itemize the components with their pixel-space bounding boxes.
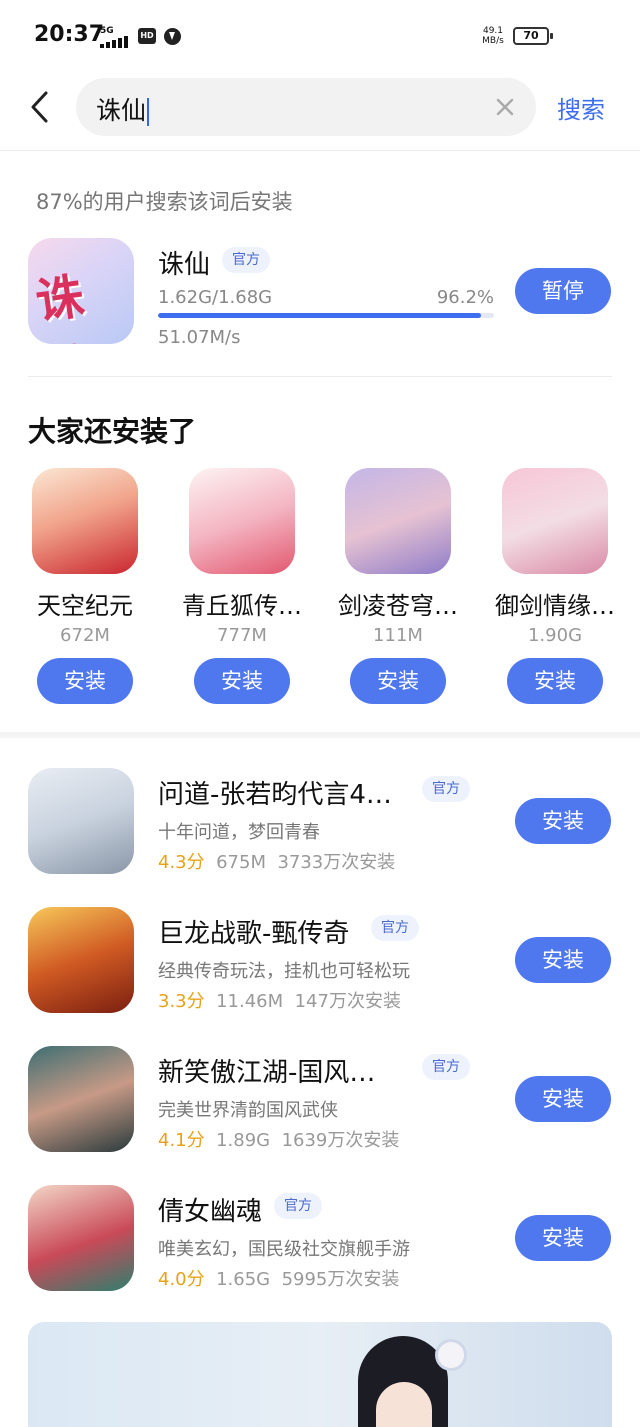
install-hint: 87%的用户搜索该词后安装 — [36, 190, 293, 214]
official-badge: 官方 — [422, 776, 470, 802]
list-item[interactable]: 新笑傲江湖-国风… 官方 完美世界清韵国风武侠 4.1分 1.89G 1639万… — [0, 1046, 640, 1178]
app-icon[interactable] — [28, 768, 134, 874]
pause-button[interactable]: 暂停 — [515, 268, 611, 314]
install-button[interactable]: 安装 — [350, 658, 446, 704]
recommended-app-name: 剑凌苍穹… — [338, 592, 458, 620]
network-speed-value: 49.1 — [482, 26, 504, 36]
app-name: 新笑傲江湖-国风… — [158, 1058, 376, 1088]
install-button[interactable]: 安装 — [515, 1215, 611, 1261]
recommended-app[interactable]: 青丘狐传… 777M 安装 — [171, 468, 311, 708]
status-bar: 20:37 5G HD 49.1 MB/s 70 — [0, 0, 640, 72]
install-button[interactable]: 安装 — [37, 658, 133, 704]
search-input[interactable]: 诛仙 — [76, 78, 536, 136]
app-meta: 4.0分 1.65G 5995万次安装 — [158, 1265, 399, 1291]
app-rating: 4.1分 — [158, 1130, 205, 1151]
recommended-app-size: 672M — [60, 625, 110, 646]
app-description: 经典传奇玩法，挂机也可轻松玩 — [158, 961, 410, 982]
recommended-app[interactable]: 天空纪元 672M 安装 — [14, 468, 154, 708]
recommended-app[interactable]: 剑凌苍穹… 111M 安装 — [327, 468, 467, 708]
app-meta: 3.3分 11.46M 147万次安装 — [158, 987, 401, 1013]
app-rating: 4.3分 — [158, 852, 205, 873]
download-speed: 51.07M/s — [158, 327, 241, 348]
hd-icon: HD — [138, 28, 156, 44]
official-badge: 官方 — [222, 247, 270, 273]
official-badge: 官方 — [371, 915, 419, 941]
official-badge: 官方 — [274, 1193, 322, 1219]
banner-hair-ornament — [438, 1342, 464, 1368]
recommended-app-name: 天空纪元 — [37, 592, 133, 620]
app-rating: 4.0分 — [158, 1269, 205, 1290]
app-installs: 1639万次安装 — [281, 1130, 400, 1151]
app-icon[interactable] — [32, 468, 138, 574]
download-status-icon — [164, 28, 181, 45]
recommended-app[interactable]: 御剑情缘… 1.90G 安装 — [484, 468, 624, 708]
clear-icon[interactable] — [494, 96, 516, 118]
list-item[interactable]: 巨龙战歌-甄传奇 官方 经典传奇玩法，挂机也可轻松玩 3.3分 11.46M 1… — [0, 907, 640, 1039]
text-caret — [147, 98, 150, 126]
app-icon[interactable] — [28, 1046, 134, 1152]
install-button[interactable]: 安装 — [507, 658, 603, 704]
app-size: 11.46M — [216, 991, 284, 1012]
app-size: 1.89G — [216, 1130, 271, 1151]
promo-banner[interactable] — [28, 1322, 612, 1427]
battery-icon: 70 — [513, 27, 553, 45]
download-progress-fill — [158, 313, 482, 318]
app-icon[interactable] — [189, 468, 295, 574]
install-button[interactable]: 安装 — [515, 1076, 611, 1122]
app-description: 十年问道，梦回青春 — [158, 822, 320, 843]
zhuxian-app-icon[interactable]: 诛仙 — [28, 238, 134, 344]
network-type: 5G — [100, 26, 114, 36]
app-name: 问道-张若昀代言4… — [158, 780, 392, 810]
section-title: 大家还安装了 — [28, 415, 197, 448]
app-icon[interactable] — [28, 907, 134, 1013]
app-meta: 4.1分 1.89G 1639万次安装 — [158, 1126, 399, 1152]
app-icon-logo-text: 诛仙 — [32, 268, 97, 344]
signal-icon — [100, 36, 132, 48]
app-installs: 147万次安装 — [294, 991, 401, 1012]
app-rating: 3.3分 — [158, 991, 205, 1012]
official-badge: 官方 — [422, 1054, 470, 1080]
back-arrow-icon[interactable] — [28, 90, 58, 124]
search-query[interactable]: 诛仙 — [96, 91, 150, 127]
status-time: 20:37 — [34, 22, 105, 47]
network-speed: 49.1 MB/s — [478, 26, 508, 46]
install-button[interactable]: 安装 — [515, 937, 611, 983]
section-divider — [0, 732, 640, 738]
app-installs: 3733万次安装 — [277, 852, 396, 873]
app-size: 1.65G — [216, 1269, 271, 1290]
recommended-app-name: 青丘狐传… — [182, 592, 302, 620]
app-description: 唯美玄幻，国民级社交旗舰手游 — [158, 1239, 410, 1260]
app-description: 完美世界清韵国风武侠 — [158, 1100, 338, 1121]
app-icon[interactable] — [28, 1185, 134, 1291]
network-speed-unit: MB/s — [482, 36, 504, 46]
install-button[interactable]: 安装 — [515, 798, 611, 844]
recommended-app-name: 御剑情缘… — [495, 592, 615, 620]
download-size: 1.62G/1.68G — [158, 287, 273, 308]
download-progress-bar — [158, 313, 494, 318]
recommended-app-size: 1.90G — [527, 625, 583, 646]
app-size: 675M — [216, 852, 266, 873]
download-percent: 96.2% — [436, 287, 494, 308]
list-item[interactable]: 倩女幽魂 官方 唯美玄幻，国民级社交旗舰手游 4.0分 1.65G 5995万次… — [0, 1185, 640, 1317]
app-icon[interactable] — [502, 468, 608, 574]
app-installs: 5995万次安装 — [281, 1269, 400, 1290]
install-button[interactable]: 安装 — [194, 658, 290, 704]
app-name: 倩女幽魂 — [158, 1197, 263, 1227]
recommended-app-size: 777M — [217, 625, 267, 646]
app-icon[interactable] — [345, 468, 451, 574]
divider — [28, 376, 612, 377]
app-name[interactable]: 诛仙 — [158, 244, 210, 281]
list-item[interactable]: 问道-张若昀代言4… 官方 十年问道，梦回青春 4.3分 675M 3733万次… — [0, 768, 640, 900]
app-meta: 4.3分 675M 3733万次安装 — [158, 848, 395, 874]
divider — [0, 150, 640, 151]
search-button[interactable]: 搜索 — [557, 90, 605, 125]
recommended-app-size: 111M — [373, 625, 423, 646]
app-name: 巨龙战歌-甄传奇 — [158, 919, 350, 949]
